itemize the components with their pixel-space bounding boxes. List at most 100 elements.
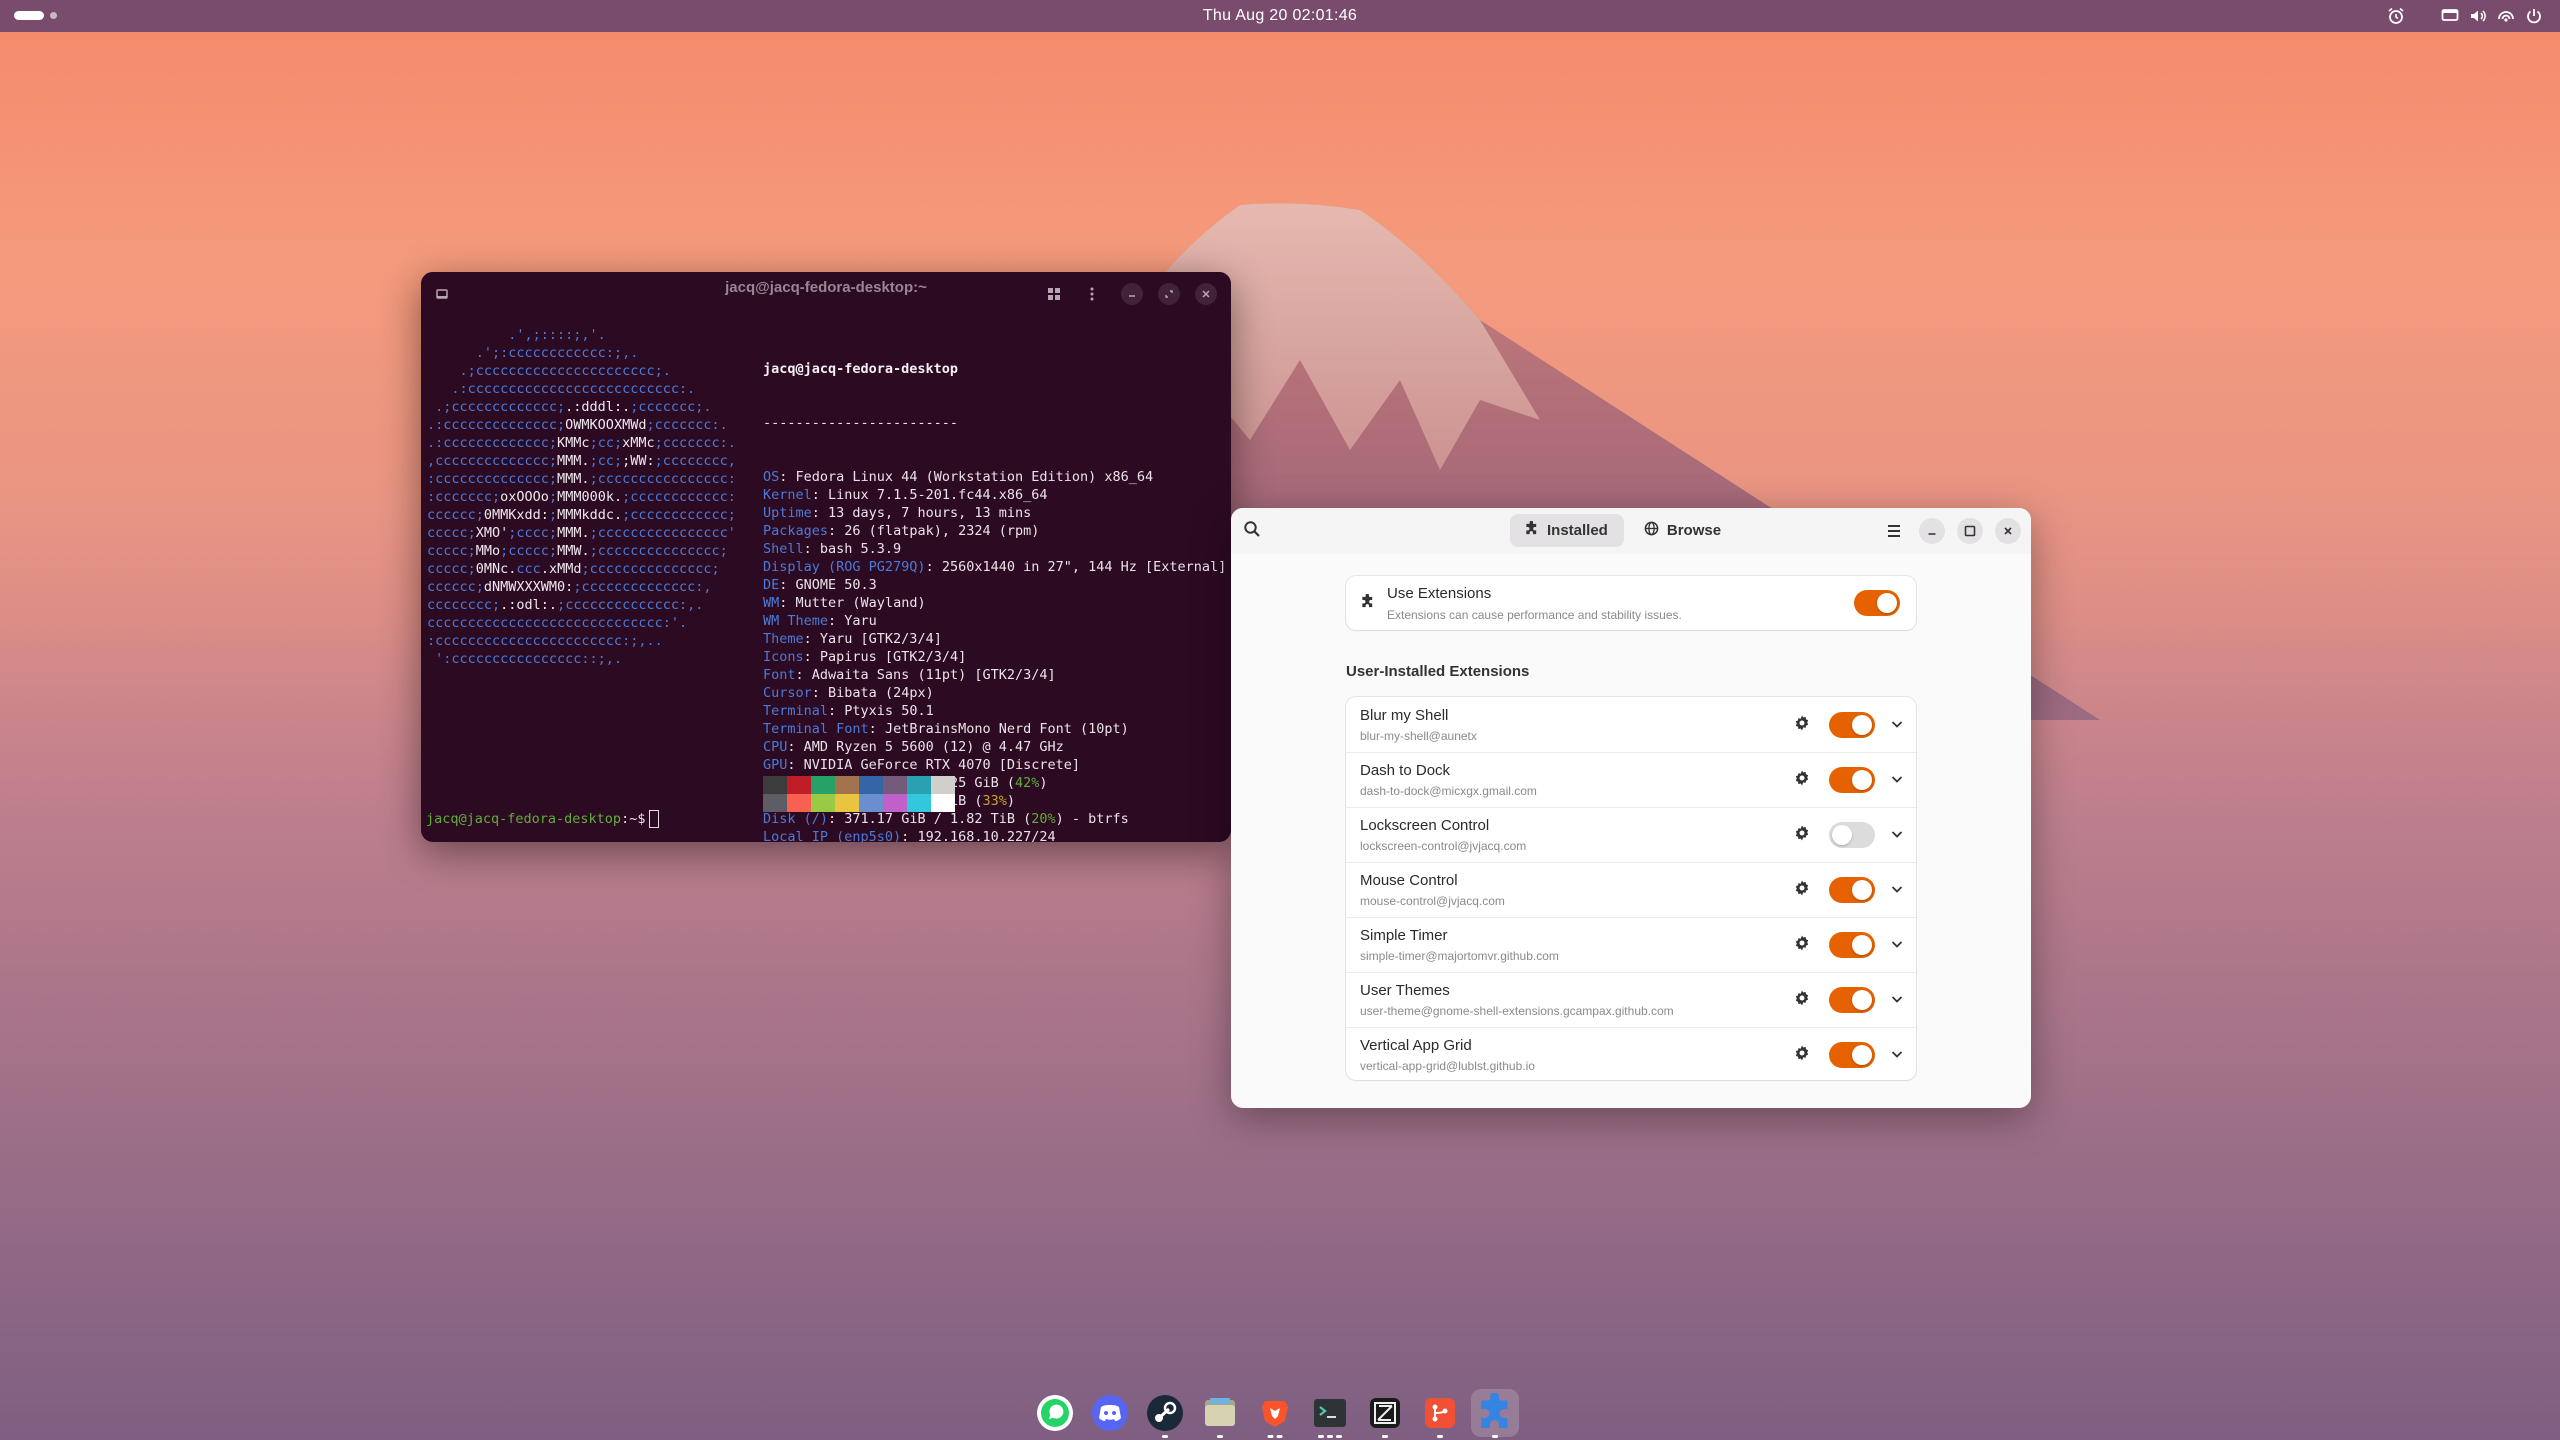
- gear-icon[interactable]: [1793, 934, 1811, 956]
- extension-row[interactable]: Dash to Dock dash-to-dock@micxgx.gmail.co…: [1346, 752, 1916, 807]
- info-line: GPU: NVIDIA GeForce RTX 4070 [Discrete]: [763, 757, 1080, 773]
- close-button[interactable]: [1195, 283, 1217, 305]
- row-divider: [1346, 862, 1916, 863]
- extension-row[interactable]: Lockscreen Control lockscreen-control@jvj…: [1346, 807, 1916, 862]
- window-controls: [1881, 518, 2021, 544]
- files-app-icon[interactable]: [1196, 1389, 1244, 1438]
- info-key: Local IP (enp5s0): [763, 829, 902, 842]
- extension-toggle[interactable]: [1829, 932, 1875, 958]
- info-key: Cursor: [763, 685, 812, 701]
- system-tray[interactable]: [2382, 5, 2548, 27]
- search-icon[interactable]: [1243, 520, 1261, 542]
- chevron-down-icon[interactable]: [1890, 1047, 1904, 1065]
- gear-icon[interactable]: [1793, 714, 1811, 736]
- network-icon[interactable]: [2492, 5, 2520, 27]
- top-bar: Thu Aug 20 02:01:46: [0, 0, 2560, 32]
- tab-browse[interactable]: Browse: [1630, 514, 1737, 547]
- running-indicator: [1437, 1435, 1443, 1438]
- clock[interactable]: Thu Aug 20 02:01:46: [0, 7, 2560, 25]
- gear-icon[interactable]: [1793, 989, 1811, 1011]
- extensions-headerbar[interactable]: Installed Browse: [1231, 508, 2031, 554]
- terminal-app-icon[interactable]: [1306, 1389, 1354, 1438]
- maximize-button[interactable]: [1957, 518, 1983, 544]
- toggle-knob: [1877, 593, 1897, 613]
- extension-toggle[interactable]: [1829, 987, 1875, 1013]
- system-info: jacq@jacq-fedora-desktop ---------------…: [763, 324, 1226, 842]
- extension-row[interactable]: Vertical App Grid vertical-app-grid@lubls…: [1346, 1027, 1916, 1080]
- gear-icon[interactable]: [1793, 769, 1811, 791]
- extensions-window[interactable]: Installed Browse Use Extensions Extensio…: [1231, 508, 2031, 1108]
- chevron-down-icon[interactable]: [1890, 992, 1904, 1010]
- git-client-app-icon[interactable]: [1416, 1389, 1464, 1438]
- extension-uuid: lockscreen-control@jvjacq.com: [1360, 839, 1527, 853]
- info-key: Terminal: [763, 703, 829, 719]
- palette-swatch: [811, 794, 835, 812]
- restore-button[interactable]: [1158, 283, 1180, 305]
- chevron-down-icon[interactable]: [1890, 882, 1904, 900]
- extension-row[interactable]: User Themes user-theme@gnome-shell-extens…: [1346, 972, 1916, 1027]
- terminal-window[interactable]: jacq@jacq-fedora-desktop:~ .',;::::;,'. …: [421, 272, 1231, 842]
- palette-swatch: [883, 776, 907, 794]
- info-line: OS: Fedora Linux 44 (Workstation Edition…: [763, 469, 1154, 485]
- use-extensions-row: Use Extensions Extensions can cause perf…: [1346, 576, 1916, 630]
- close-button[interactable]: [1995, 518, 2021, 544]
- screen-icon[interactable]: [2436, 5, 2464, 27]
- extension-name: Vertical App Grid: [1360, 1037, 1472, 1054]
- extension-toggle[interactable]: [1829, 712, 1875, 738]
- info-value: GNOME 50.3: [795, 577, 877, 593]
- minimize-button[interactable]: [1919, 518, 1945, 544]
- row-divider: [1346, 1027, 1916, 1028]
- info-key: WM Theme: [763, 613, 829, 629]
- info-line: Uptime: 13 days, 7 hours, 13 mins: [763, 505, 1032, 521]
- chevron-down-icon[interactable]: [1890, 717, 1904, 735]
- zed-app-icon[interactable]: [1361, 1389, 1409, 1438]
- terminal-menu-icon[interactable]: [1081, 283, 1103, 305]
- gear-icon[interactable]: [1793, 1044, 1811, 1066]
- row-divider: [1346, 752, 1916, 753]
- info-value: Bibata (24px): [828, 685, 934, 701]
- power-icon[interactable]: [2520, 5, 2548, 27]
- running-indicator: [1217, 1435, 1223, 1438]
- info-key: Disk (/): [763, 811, 829, 827]
- gear-icon[interactable]: [1793, 824, 1811, 846]
- use-extensions-title: Use Extensions: [1387, 585, 1492, 602]
- use-extensions-toggle[interactable]: [1854, 590, 1900, 616]
- whatsapp-app-icon[interactable]: [1031, 1389, 1079, 1437]
- chevron-down-icon[interactable]: [1890, 827, 1904, 845]
- extension-toggle[interactable]: [1829, 767, 1875, 793]
- running-indicator: [1162, 1435, 1168, 1438]
- main-menu-icon[interactable]: [1881, 518, 1907, 544]
- steam-app-icon[interactable]: [1141, 1389, 1189, 1438]
- chevron-down-icon[interactable]: [1890, 772, 1904, 790]
- minimize-button[interactable]: [1121, 283, 1143, 305]
- alarm-icon[interactable]: [2382, 5, 2410, 27]
- info-line: Kernel: Linux 7.1.5-201.fc44.x86_64: [763, 487, 1048, 503]
- volume-icon[interactable]: [2464, 5, 2492, 27]
- extension-row[interactable]: Mouse Control mouse-control@jvjacq.com: [1346, 862, 1916, 917]
- info-line: Font: Adwaita Sans (11pt) [GTK2/3/4]: [763, 667, 1056, 683]
- gear-icon[interactable]: [1793, 879, 1811, 901]
- info-key: Icons: [763, 649, 804, 665]
- view-switcher[interactable]: Installed Browse: [1510, 514, 1737, 547]
- shell-prompt[interactable]: jacq@jacq-fedora-desktop:~$: [426, 810, 660, 828]
- extension-name: Mouse Control: [1360, 872, 1458, 889]
- running-indicator: [1318, 1435, 1342, 1438]
- terminal-titlebar[interactable]: jacq@jacq-fedora-desktop:~: [421, 272, 1231, 314]
- brave-app-icon[interactable]: [1251, 1389, 1299, 1438]
- info-header: jacq@jacq-fedora-desktop: [763, 361, 959, 377]
- chevron-down-icon[interactable]: [1890, 937, 1904, 955]
- extension-name: Simple Timer: [1360, 927, 1448, 944]
- extension-row[interactable]: Blur my Shell blur-my-shell@aunetx: [1346, 697, 1916, 752]
- puzzle-icon: [1524, 520, 1539, 540]
- prompt-dir: :~: [621, 811, 638, 827]
- extensions-app-icon[interactable]: [1471, 1389, 1519, 1438]
- extension-toggle[interactable]: [1829, 877, 1875, 903]
- tab-overview-icon[interactable]: [1043, 283, 1065, 305]
- extension-toggle[interactable]: [1829, 1042, 1875, 1068]
- discord-app-icon[interactable]: [1086, 1389, 1134, 1437]
- extension-toggle[interactable]: [1829, 822, 1875, 848]
- info-tail: ) - btrfs: [1055, 811, 1129, 827]
- text-cursor: [649, 810, 660, 828]
- tab-installed[interactable]: Installed: [1510, 514, 1624, 547]
- extension-row[interactable]: Simple Timer simple-timer@majortomvr.gith…: [1346, 917, 1916, 972]
